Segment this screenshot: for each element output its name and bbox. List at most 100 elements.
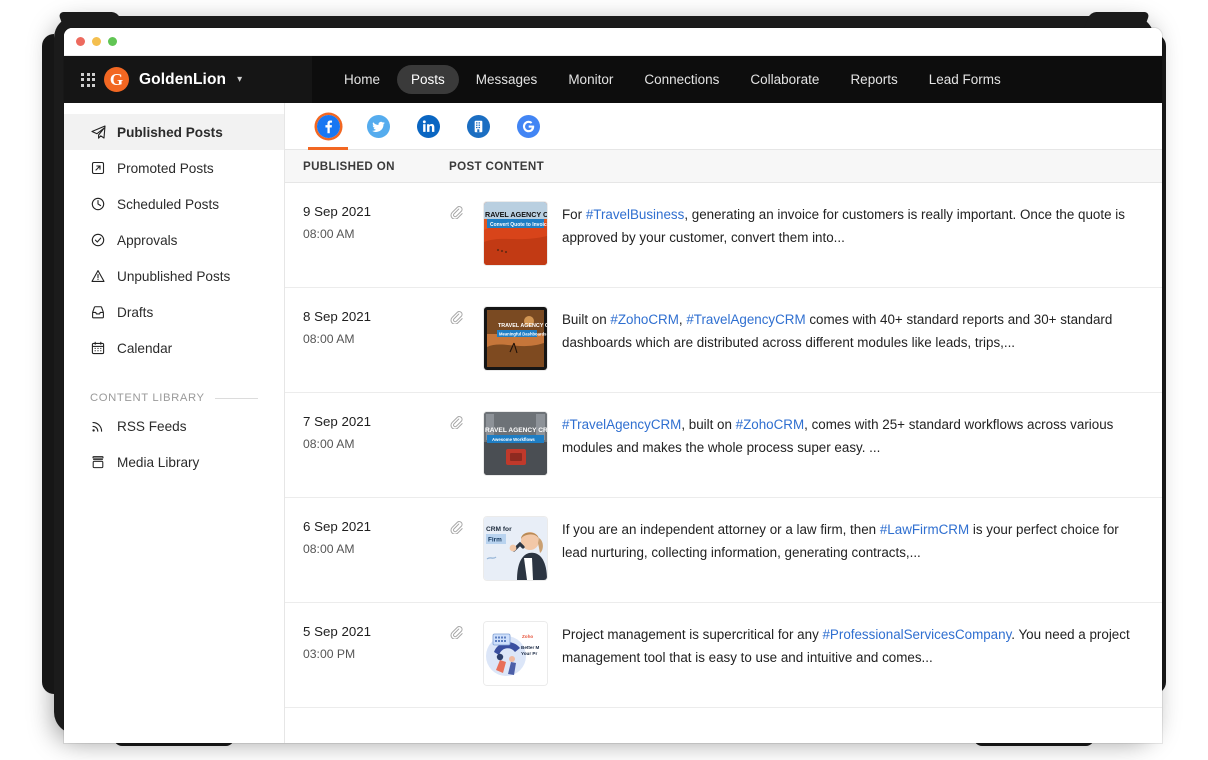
channel-tab-facebook[interactable]	[303, 103, 353, 150]
paperclip-icon	[449, 205, 463, 219]
post-thumbnail-cell[interactable]: RAVEL AGENCY CRM Awesome Workflows	[484, 412, 562, 478]
post-time: 08:00 AM	[303, 227, 449, 241]
attachment-indicator[interactable]	[449, 622, 484, 688]
post-thumbnail-cell[interactable]: TRAVEL AGENCY C Meaningful Dashboards	[484, 307, 562, 373]
table-row[interactable]: 5 Sep 202103:00 PMZohoBetter MYour PrPro…	[285, 603, 1162, 708]
post-content-cell: #TravelAgencyCRM, built on #ZohoCRM, com…	[562, 412, 1140, 478]
sidebar: Published Posts Promoted Posts Scheduled P…	[64, 103, 285, 743]
sidebar-item-label: Scheduled Posts	[117, 197, 219, 212]
device-frame: G GoldenLion ▾ HomePostsMessagesMonitorC…	[40, 8, 1168, 743]
facebook-icon	[317, 115, 340, 138]
sidebar-item-drafts[interactable]: Drafts	[64, 294, 284, 330]
svg-text:Awesome Workflows: Awesome Workflows	[492, 437, 535, 442]
nav-link-lead-forms[interactable]: Lead Forms	[915, 65, 1015, 94]
hashtag-link[interactable]: #TravelAgencyCRM	[562, 417, 681, 432]
post-thumbnail-image[interactable]: ZohoBetter MYour Pr	[484, 622, 547, 685]
linkedin-company-icon	[467, 115, 490, 138]
divider	[215, 398, 258, 399]
nav-link-connections[interactable]: Connections	[630, 65, 733, 94]
post-content-cell: For #TravelBusiness, generating an invoi…	[562, 202, 1140, 268]
nav-link-collaborate[interactable]: Collaborate	[736, 65, 833, 94]
sidebar-item-scheduled-posts[interactable]: Scheduled Posts	[64, 186, 284, 222]
table-row[interactable]: 8 Sep 202108:00 AMTRAVEL AGENCY CMeaning…	[285, 288, 1162, 393]
nav-link-posts[interactable]: Posts	[397, 65, 459, 94]
attachment-indicator[interactable]	[449, 202, 484, 268]
hashtag-link[interactable]: #TravelAgencyCRM	[686, 312, 805, 327]
nav-link-monitor[interactable]: Monitor	[554, 65, 627, 94]
hashtag-link[interactable]: #TravelBusiness	[586, 207, 685, 222]
brand-zone: G GoldenLion ▾	[64, 56, 312, 103]
svg-text:Meaningful Dashboards: Meaningful Dashboards	[499, 331, 547, 336]
sidebar-item-label: Unpublished Posts	[117, 269, 230, 284]
maximize-window-button[interactable]	[108, 37, 117, 46]
posts-list: 9 Sep 2021 08:00 AM RAVEL AGENCY CRIConver…	[285, 183, 1162, 743]
nav-link-reports[interactable]: Reports	[836, 65, 911, 94]
post-date: 7 Sep 2021	[303, 414, 449, 429]
post-thumbnail-image[interactable]: CRM forFirm	[484, 517, 547, 580]
column-header-published-on: PUBLISHED ON	[285, 160, 449, 173]
sidebar-item-unpublished-posts[interactable]: Unpublished Posts	[64, 258, 284, 294]
post-time: 08:00 AM	[303, 542, 449, 556]
channel-tab-linkedin[interactable]	[403, 103, 453, 150]
sidebar-item-label: Calendar	[117, 341, 172, 356]
post-time: 08:00 AM	[303, 437, 449, 451]
svg-text:TRAVEL AGENCY C: TRAVEL AGENCY C	[498, 323, 547, 329]
published-on-cell: 9 Sep 2021 08:00 AM	[303, 202, 449, 268]
sidebar-item-published-posts[interactable]: Published Posts	[64, 114, 284, 150]
linkedin-icon	[417, 115, 440, 138]
sidebar-item-media-library[interactable]: Media Library	[64, 444, 284, 480]
channel-tab-google-business[interactable]	[503, 103, 553, 150]
table-row[interactable]: 7 Sep 2021 08:00 AM RAVEL AGENCY CRM Awesom…	[285, 393, 1162, 498]
paperclip-icon	[449, 520, 463, 534]
attachment-indicator[interactable]	[449, 412, 484, 478]
post-time: 03:00 PM	[303, 647, 449, 661]
svg-text:RAVEL AGENCY CRM: RAVEL AGENCY CRM	[485, 427, 547, 434]
sidebar-item-label: Published Posts	[117, 125, 223, 140]
browser-window: G GoldenLion ▾ HomePostsMessagesMonitorC…	[64, 28, 1162, 743]
sidebar-item-label: Media Library	[117, 455, 199, 470]
channel-tab-twitter[interactable]	[353, 103, 403, 150]
attachment-indicator[interactable]	[449, 307, 484, 373]
sidebar-item-rss-feeds[interactable]: RSS Feeds	[64, 408, 284, 444]
rss-icon	[90, 418, 106, 434]
post-thumbnail-image[interactable]: RAVEL AGENCY CRM Awesome Workflows	[484, 412, 547, 475]
chevron-down-icon[interactable]: ▾	[237, 74, 242, 85]
post-thumbnail-cell[interactable]: CRM forFirm	[484, 517, 562, 583]
minimize-window-button[interactable]	[92, 37, 101, 46]
nav-link-home[interactable]: Home	[330, 65, 394, 94]
nav-link-messages[interactable]: Messages	[462, 65, 552, 94]
post-text: , built on	[681, 417, 735, 432]
hashtag-link[interactable]: #ProfessionalServicesCompany	[822, 627, 1011, 642]
post-date: 9 Sep 2021	[303, 204, 449, 219]
column-header-post-content: POST CONTENT	[449, 160, 1162, 173]
paper-plane-icon	[90, 124, 106, 140]
svg-text:Better M: Better M	[521, 645, 540, 650]
hashtag-link[interactable]: #ZohoCRM	[736, 417, 804, 432]
post-thumbnail-cell[interactable]: ZohoBetter MYour Pr	[484, 622, 562, 688]
warning-triangle-icon	[90, 268, 106, 284]
sidebar-item-calendar[interactable]: Calendar	[64, 330, 284, 366]
calendar-icon	[90, 340, 106, 356]
close-window-button[interactable]	[76, 37, 85, 46]
sidebar-item-label: Approvals	[117, 233, 177, 248]
post-thumbnail-image[interactable]: RAVEL AGENCY CRIConvert Quote to Invoice	[484, 202, 547, 265]
hashtag-link[interactable]: #LawFirmCRM	[880, 522, 969, 537]
sidebar-item-promoted-posts[interactable]: Promoted Posts	[64, 150, 284, 186]
svg-text:CRM for: CRM for	[486, 526, 512, 533]
svg-text:Your Pr: Your Pr	[521, 651, 537, 656]
post-text: If you are an independent attorney or a …	[562, 522, 880, 537]
channel-tab-linkedin-company[interactable]	[453, 103, 503, 150]
svg-text:Convert Quote to Invoice: Convert Quote to Invoice	[490, 222, 547, 228]
sidebar-item-label: Promoted Posts	[117, 161, 214, 176]
sidebar-section-header: CONTENT LIBRARY	[90, 392, 284, 404]
post-thumbnail-cell[interactable]: RAVEL AGENCY CRIConvert Quote to Invoice	[484, 202, 562, 268]
grid-apps-icon[interactable]	[81, 73, 94, 87]
table-row[interactable]: 6 Sep 202108:00 AMCRM forFirmIf you are …	[285, 498, 1162, 603]
table-row[interactable]: 9 Sep 2021 08:00 AM RAVEL AGENCY CRIConver…	[285, 183, 1162, 288]
hashtag-link[interactable]: #ZohoCRM	[610, 312, 678, 327]
sidebar-item-approvals[interactable]: Approvals	[64, 222, 284, 258]
post-thumbnail-image[interactable]: TRAVEL AGENCY C Meaningful Dashboards	[484, 307, 547, 370]
attachment-indicator[interactable]	[449, 517, 484, 583]
google-business-icon	[517, 115, 540, 138]
table-header: PUBLISHED ON POST CONTENT	[285, 150, 1162, 183]
